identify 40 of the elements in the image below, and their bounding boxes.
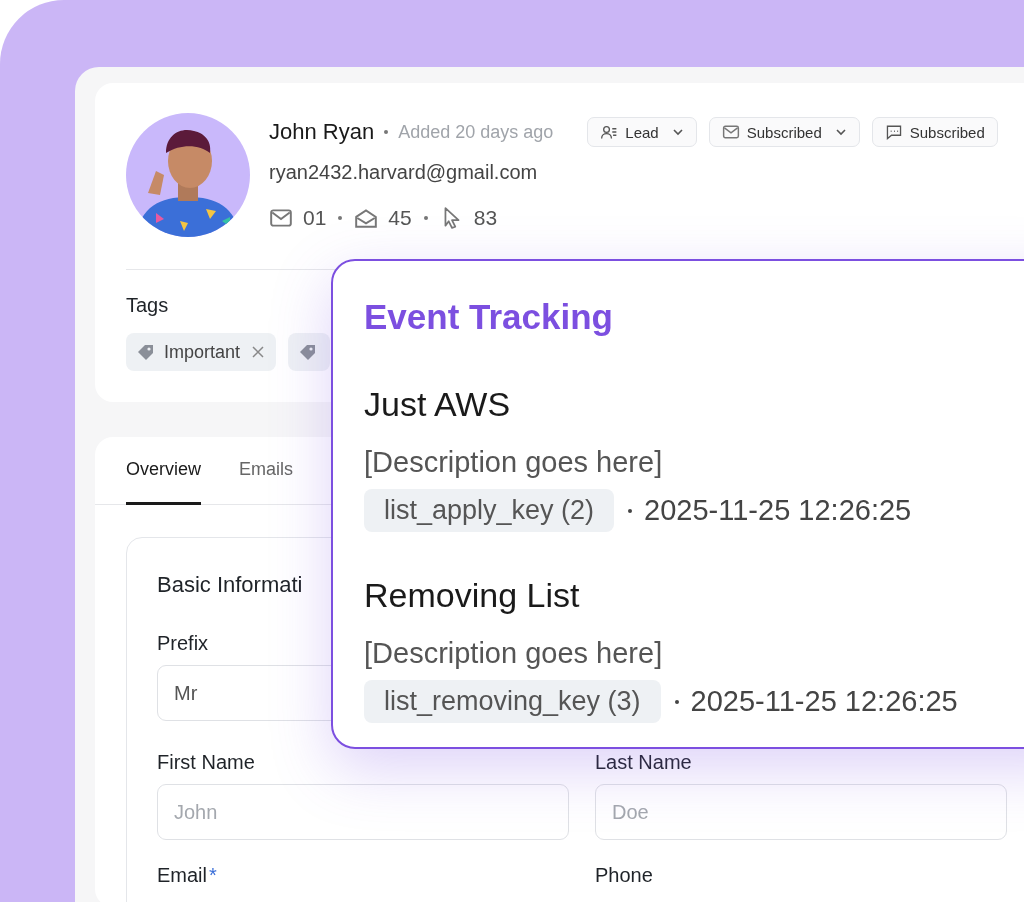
mail-icon [721, 123, 740, 141]
separator-dot [674, 699, 679, 704]
stat-count: 83 [473, 206, 498, 230]
event-timestamp: 2025-11-25 12:26:25 [690, 685, 958, 718]
status-dropdown[interactable]: Subscribed [871, 117, 998, 147]
separator-dot [628, 508, 633, 513]
contact-name: John Ryan [269, 119, 375, 145]
tag-chip[interactable] [288, 333, 331, 371]
event-key-chip: list_apply_key (2) [364, 489, 615, 532]
stat-count: 45 [388, 206, 412, 230]
popup-title: Event Tracking [364, 297, 614, 337]
input-field[interactable]: Doe [595, 784, 1007, 840]
input-field[interactable]: John [157, 784, 569, 840]
event-name: Just AWS [364, 385, 512, 424]
event-timestamp: 2025-11-25 12:26:25 [644, 494, 912, 527]
field-label: Email* [157, 864, 217, 887]
event-key-chip: list_removing_key (3) [364, 680, 661, 723]
event-name: Removing List [364, 576, 581, 615]
added-date: Added 20 days ago [398, 121, 554, 143]
person-icon [600, 123, 619, 141]
tag-chip[interactable]: Important [126, 333, 277, 371]
tag-icon [136, 342, 156, 362]
field-label: Phone [595, 864, 653, 887]
chat-icon [884, 123, 903, 141]
status-dropdown[interactable]: Lead [587, 117, 697, 147]
section-title: Basic Informati [157, 572, 303, 598]
field-label: First Name [157, 751, 255, 774]
status-dropdown[interactable]: Subscribed [708, 117, 860, 147]
separator-dot [423, 216, 428, 220]
separator-dot [338, 216, 343, 220]
stat-count: 01 [303, 206, 327, 230]
mail-icon [269, 206, 293, 230]
event-description: [Description goes here] [364, 637, 664, 670]
tab[interactable]: Overview [126, 459, 201, 505]
separator-dot [384, 130, 389, 134]
event-description: [Description goes here] [364, 446, 664, 479]
field-label: Prefix [157, 632, 209, 655]
tab[interactable]: Emails [239, 459, 294, 505]
field-label: Last Name [595, 751, 692, 774]
contact-email: ryan2432.harvard@gmail.com [269, 161, 539, 184]
